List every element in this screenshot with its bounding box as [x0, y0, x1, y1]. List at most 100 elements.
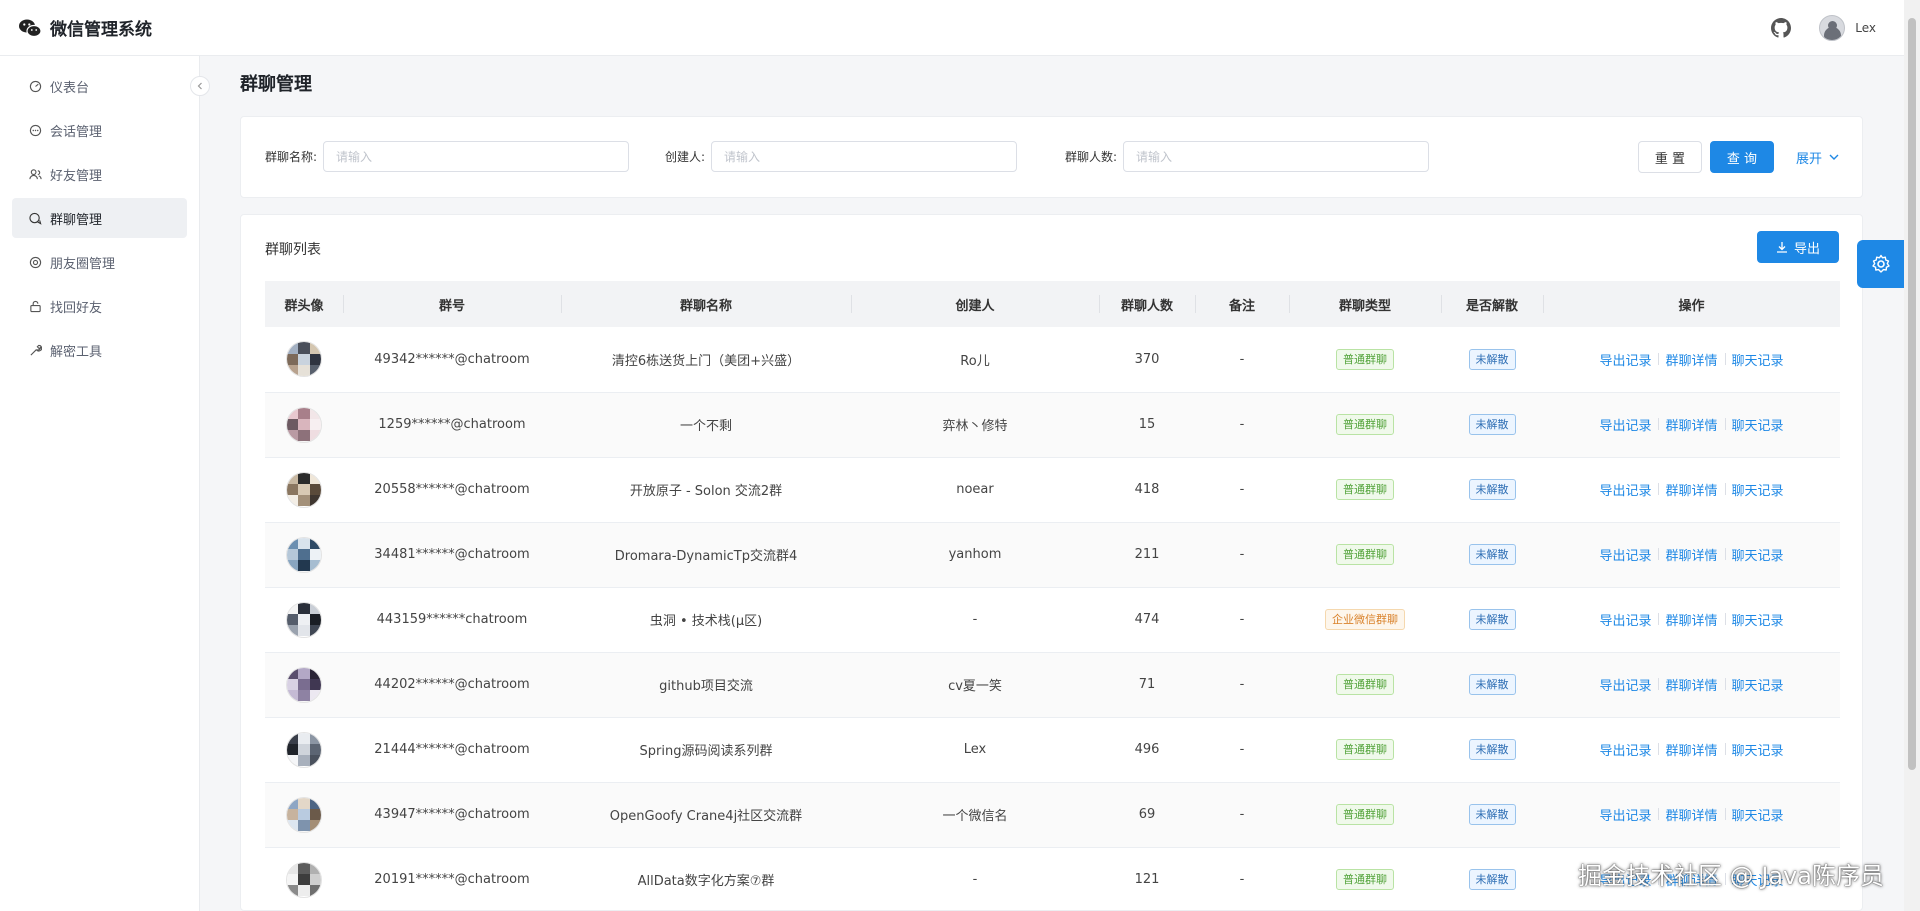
chat-history-link[interactable]: 聊天记录 — [1724, 675, 1791, 694]
group-avatar[interactable] — [286, 861, 322, 898]
sidebar-item-group-chat[interactable]: 群聊管理 — [12, 198, 187, 238]
export-record-link[interactable]: 导出记录 — [1592, 740, 1658, 759]
group-id: 20191******@chatroom — [343, 847, 561, 910]
group-avatar-cell — [265, 652, 343, 718]
group-name-field-wrapper: 群聊名称: — [265, 141, 630, 172]
export-record-link[interactable]: 导出记录 — [1592, 805, 1658, 824]
group-avatar[interactable] — [286, 731, 322, 768]
github-icon[interactable] — [1771, 18, 1792, 38]
chat-history-link[interactable]: 聊天记录 — [1724, 415, 1791, 434]
sidebar-item-label: 找回好友 — [50, 300, 103, 316]
group-detail-link[interactable]: 群聊详情 — [1658, 415, 1724, 434]
user-name[interactable]: Lex — [1855, 21, 1876, 35]
group-detail-link[interactable]: 群聊详情 — [1658, 805, 1724, 824]
chat-history-link[interactable]: 聊天记录 — [1724, 545, 1791, 564]
group-name: github项目交流 — [561, 652, 851, 718]
column-header: 是否解散 — [1441, 281, 1543, 327]
chat-history-link[interactable]: 聊天记录 — [1724, 350, 1791, 369]
dissolved-status-tag: 未解散 — [1468, 348, 1516, 370]
app-title: 微信管理系统 — [50, 20, 152, 40]
group-type-cell: 普通群聊 — [1289, 782, 1441, 848]
export-record-link[interactable]: 导出记录 — [1592, 350, 1658, 369]
scrollbar-thumb[interactable] — [1908, 18, 1916, 770]
export-record-link[interactable]: 导出记录 — [1592, 545, 1658, 564]
user-avatar[interactable] — [1819, 15, 1846, 41]
dissolved-status-tag: 未解散 — [1468, 544, 1516, 565]
table-row: 49342******@chatroom 清控6栋送货上门（美团+兴盛） Ro儿 37… — [265, 327, 1840, 393]
group-creator: cv夏一笑 — [851, 652, 1099, 718]
sidebar-item-dashboard[interactable]: 仪表台 — [12, 66, 187, 106]
group-detail-link[interactable]: 群聊详情 — [1658, 675, 1724, 694]
settings-float-button[interactable] — [1857, 240, 1905, 288]
creator-input[interactable] — [711, 141, 1018, 172]
group-name: 开放原子 - Solon 交流2群 — [561, 457, 851, 523]
group-avatar[interactable] — [286, 341, 322, 378]
export-button[interactable]: 导出 — [1757, 231, 1839, 263]
group-member-count: 370 — [1099, 327, 1195, 393]
dissolved-status-tag: 未解散 — [1468, 479, 1516, 500]
group-avatar[interactable] — [286, 601, 322, 638]
dissolved-status-cell: 未解散 — [1441, 327, 1543, 393]
group-avatar[interactable] — [286, 406, 322, 443]
sidebar-item-sessions[interactable]: 会话管理 — [12, 110, 187, 150]
chat-history-link[interactable]: 聊天记录 — [1724, 610, 1791, 629]
recover-icon — [28, 299, 42, 313]
group-type-tag: 企业微信群聊 — [1325, 609, 1405, 630]
group-name: AllData数字化方案⑦群 — [561, 847, 851, 910]
group-avatar[interactable] — [286, 536, 322, 573]
chat-history-link[interactable]: 聊天记录 — [1724, 740, 1791, 759]
app-logo[interactable]: 微信管理系统 — [18, 15, 152, 40]
sidebar-item-friends[interactable]: 好友管理 — [12, 154, 187, 194]
group-type-cell: 普通群聊 — [1289, 652, 1441, 718]
group-remark: - — [1195, 327, 1289, 393]
download-icon — [1776, 242, 1787, 253]
export-record-link[interactable]: 导出记录 — [1592, 610, 1658, 629]
group-avatar[interactable] — [286, 666, 322, 703]
sidebar: 仪表台 会话管理 好友管理 群聊管理 朋友圈管理 找回好友 解密工具 — [0, 56, 200, 911]
group-detail-link[interactable]: 群聊详情 — [1658, 480, 1724, 499]
group-member-count: 69 — [1099, 782, 1195, 848]
group-remark: - — [1195, 587, 1289, 653]
export-record-link[interactable]: 导出记录 — [1592, 415, 1658, 434]
group-member-count: 211 — [1099, 522, 1195, 588]
dissolved-status-cell: 未解散 — [1441, 847, 1543, 910]
tool-icon — [28, 343, 42, 357]
group-detail-link[interactable]: 群聊详情 — [1658, 610, 1724, 629]
reset-button[interactable]: 重 置 — [1638, 141, 1702, 173]
sidebar-item-decrypt-tool[interactable]: 解密工具 — [12, 330, 187, 370]
creator-label: 创建人: — [665, 150, 706, 164]
group-avatar[interactable] — [286, 471, 322, 508]
group-avatar-cell — [265, 847, 343, 910]
group-remark: - — [1195, 717, 1289, 783]
export-record-link[interactable]: 导出记录 — [1592, 675, 1658, 694]
member-count-input[interactable] — [1123, 141, 1430, 172]
page-scrollbar[interactable] — [1904, 0, 1920, 911]
chat-history-link[interactable]: 聊天记录 — [1724, 805, 1791, 824]
group-member-count: 71 — [1099, 652, 1195, 718]
sidebar-collapse-button[interactable] — [190, 76, 210, 96]
sidebar-item-recover-friends[interactable]: 找回好友 — [12, 286, 187, 326]
actions-cell: 导出记录 群聊详情 聊天记录 — [1543, 457, 1840, 523]
group-member-count: 474 — [1099, 587, 1195, 653]
group-name-input[interactable] — [323, 141, 630, 172]
group-avatar[interactable] — [286, 796, 322, 833]
group-detail-link[interactable]: 群聊详情 — [1658, 350, 1724, 369]
table-row: 20558******@chatroom 开放原子 - Solon 交流2群 noe… — [265, 457, 1840, 523]
table-row: 1259******@chatroom 一个不剩 弈林丶修特 15- 普通群聊 未解散 导出… — [265, 392, 1840, 458]
group-detail-link[interactable]: 群聊详情 — [1658, 740, 1724, 759]
sidebar-item-moments[interactable]: 朋友圈管理 — [12, 242, 187, 282]
chevron-down-icon — [1829, 154, 1839, 160]
group-detail-link[interactable]: 群聊详情 — [1658, 545, 1724, 564]
dissolved-status-cell: 未解散 — [1441, 392, 1543, 458]
query-button[interactable]: 查 询 — [1710, 141, 1774, 173]
group-remark: - — [1195, 652, 1289, 718]
expand-button[interactable]: 展开 — [1788, 141, 1848, 173]
group-name: 虫洞 • 技术栈(μ区) — [561, 587, 851, 653]
export-record-link[interactable]: 导出记录 — [1592, 480, 1658, 499]
dissolved-status-cell: 未解散 — [1441, 717, 1543, 783]
dissolved-status-cell: 未解散 — [1441, 587, 1543, 653]
gear-icon — [1872, 254, 1890, 273]
group-remark: - — [1195, 847, 1289, 910]
chat-history-link[interactable]: 聊天记录 — [1724, 480, 1791, 499]
group-remark: - — [1195, 782, 1289, 848]
